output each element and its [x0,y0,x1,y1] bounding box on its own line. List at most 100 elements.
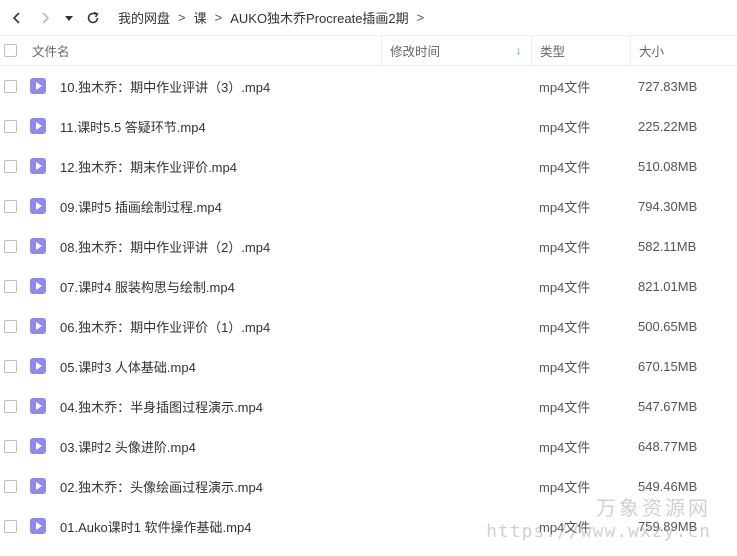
table-row[interactable]: 12.独木乔：期末作业评价.mp4 mp4文件 510.08MB [0,146,737,186]
file-size: 500.65MB [638,318,698,334]
row-name-cell: 03.课时2 头像进阶.mp4 [24,437,381,456]
video-file-icon [30,518,46,534]
row-check-cell [0,439,24,453]
video-file-icon [30,118,46,134]
table-row[interactable]: 08.独木乔：期中作业评讲（2）.mp4 mp4文件 582.11MB [0,226,737,266]
video-file-icon [30,238,46,254]
table-row[interactable]: 04.独木乔：半身插图过程演示.mp4 mp4文件 547.67MB [0,386,737,426]
file-type: mp4文件 [539,199,591,215]
row-check-cell [0,519,24,533]
table-row[interactable]: 10.独木乔：期中作业评讲（3）.mp4 mp4文件 727.83MB [0,66,737,106]
video-file-icon [30,358,46,374]
breadcrumb-item-course[interactable]: 课 [194,8,207,27]
video-file-icon [30,438,46,454]
row-check-cell [0,79,24,93]
file-size: 225.22MB [638,118,698,134]
select-all-checkbox[interactable] [4,44,17,57]
row-check-cell [0,279,24,293]
row-check-cell [0,319,24,333]
file-name[interactable]: 05.课时3 人体基础.mp4 [60,357,196,376]
file-name[interactable]: 06.独木乔：期中作业评价（1）.mp4 [60,317,270,336]
table-row[interactable]: 02.独木乔：头像绘画过程演示.mp4 mp4文件 549.46MB [0,466,737,506]
header-mtime[interactable]: 修改时间 ↓ [381,35,531,66]
row-name-cell: 01.Auko课时1 软件操作基础.mp4 [24,517,381,536]
breadcrumb-separator: > [178,10,186,25]
file-type: mp4文件 [539,79,591,95]
forward-button[interactable] [34,7,56,29]
file-size: 547.67MB [638,398,698,414]
row-name-cell: 10.独木乔：期中作业评讲（3）.mp4 [24,77,381,96]
row-checkbox[interactable] [4,79,17,93]
refresh-icon [87,11,99,23]
select-all-cell [0,44,24,57]
file-name[interactable]: 11.课时5.5 答疑环节.mp4 [60,117,206,136]
file-name[interactable]: 12.独木乔：期末作业评价.mp4 [60,157,237,176]
row-check-cell [0,119,24,133]
file-type: mp4文件 [539,479,591,495]
chevron-right-icon [42,11,50,24]
file-name[interactable]: 01.Auko课时1 软件操作基础.mp4 [60,517,251,536]
row-checkbox[interactable] [4,279,17,293]
file-type: mp4文件 [539,119,591,135]
file-type: mp4文件 [539,319,591,335]
header-type[interactable]: 类型 [531,35,630,66]
toolbar: 我的网盘 > 课 > AUKO独木乔Procreate插画2期 > [0,0,737,36]
file-size: 794.30MB [638,198,698,214]
row-name-cell: 09.课时5 插画绘制过程.mp4 [24,197,381,216]
table-row[interactable]: 06.独木乔：期中作业评价（1）.mp4 mp4文件 500.65MB [0,306,737,346]
file-name[interactable]: 03.课时2 头像进阶.mp4 [60,437,196,456]
table-header: 文件名 修改时间 ↓ 类型 大小 [0,35,737,66]
row-checkbox[interactable] [4,519,17,533]
row-checkbox[interactable] [4,399,17,413]
file-name[interactable]: 10.独木乔：期中作业评讲（3）.mp4 [60,77,270,96]
table-row[interactable]: 01.Auko课时1 软件操作基础.mp4 mp4文件 759.89MB [0,506,737,546]
breadcrumb-item-current[interactable]: AUKO独木乔Procreate插画2期 [230,8,408,27]
row-checkbox[interactable] [4,199,17,213]
caret-down-icon [65,15,73,21]
table-row[interactable]: 09.课时5 插画绘制过程.mp4 mp4文件 794.30MB [0,186,737,226]
table-row[interactable]: 11.课时5.5 答疑环节.mp4 mp4文件 225.22MB [0,106,737,146]
row-check-cell [0,359,24,373]
row-checkbox[interactable] [4,439,17,453]
file-size: 648.77MB [638,438,698,454]
row-name-cell: 04.独木乔：半身插图过程演示.mp4 [24,397,381,416]
file-name[interactable]: 09.课时5 插画绘制过程.mp4 [60,197,222,216]
file-size: 582.11MB [638,238,697,254]
file-size: 727.83MB [638,78,698,94]
history-dropdown-button[interactable] [58,7,80,29]
video-file-icon [30,398,46,414]
file-size: 510.08MB [638,158,698,174]
video-file-icon [30,78,46,94]
row-name-cell: 12.独木乔：期末作业评价.mp4 [24,157,381,176]
row-checkbox[interactable] [4,119,17,133]
row-checkbox[interactable] [4,239,17,253]
refresh-button[interactable] [82,7,104,29]
row-checkbox[interactable] [4,159,17,173]
file-name[interactable]: 08.独木乔：期中作业评讲（2）.mp4 [60,237,270,256]
table-row[interactable]: 07.课时4 服装构思与绘制.mp4 mp4文件 821.01MB [0,266,737,306]
row-name-cell: 08.独木乔：期中作业评讲（2）.mp4 [24,237,381,256]
row-checkbox[interactable] [4,479,17,493]
file-name[interactable]: 04.独木乔：半身插图过程演示.mp4 [60,397,263,416]
video-file-icon [30,158,46,174]
file-name[interactable]: 02.独木乔：头像绘画过程演示.mp4 [60,477,263,496]
table-row[interactable]: 03.课时2 头像进阶.mp4 mp4文件 648.77MB [0,426,737,466]
back-button[interactable] [6,7,28,29]
breadcrumb-separator: > [214,10,223,25]
header-size[interactable]: 大小 [630,35,737,66]
breadcrumb-item-root[interactable]: 我的网盘 [118,8,170,27]
row-check-cell [0,159,24,173]
row-check-cell [0,399,24,413]
breadcrumb-separator: > [416,10,425,25]
video-file-icon [30,198,46,214]
file-name[interactable]: 07.课时4 服装构思与绘制.mp4 [60,277,235,296]
file-list: 10.独木乔：期中作业评讲（3）.mp4 mp4文件 727.83MB 11.课… [0,66,737,546]
table-row[interactable]: 05.课时3 人体基础.mp4 mp4文件 670.15MB [0,346,737,386]
row-checkbox[interactable] [4,359,17,373]
chevron-left-icon [12,11,20,24]
row-name-cell: 05.课时3 人体基础.mp4 [24,357,381,376]
arrow-down-icon: ↓ [515,44,522,57]
header-name[interactable]: 文件名 [24,36,381,66]
file-size: 759.89MB [638,518,698,534]
row-checkbox[interactable] [4,319,17,333]
